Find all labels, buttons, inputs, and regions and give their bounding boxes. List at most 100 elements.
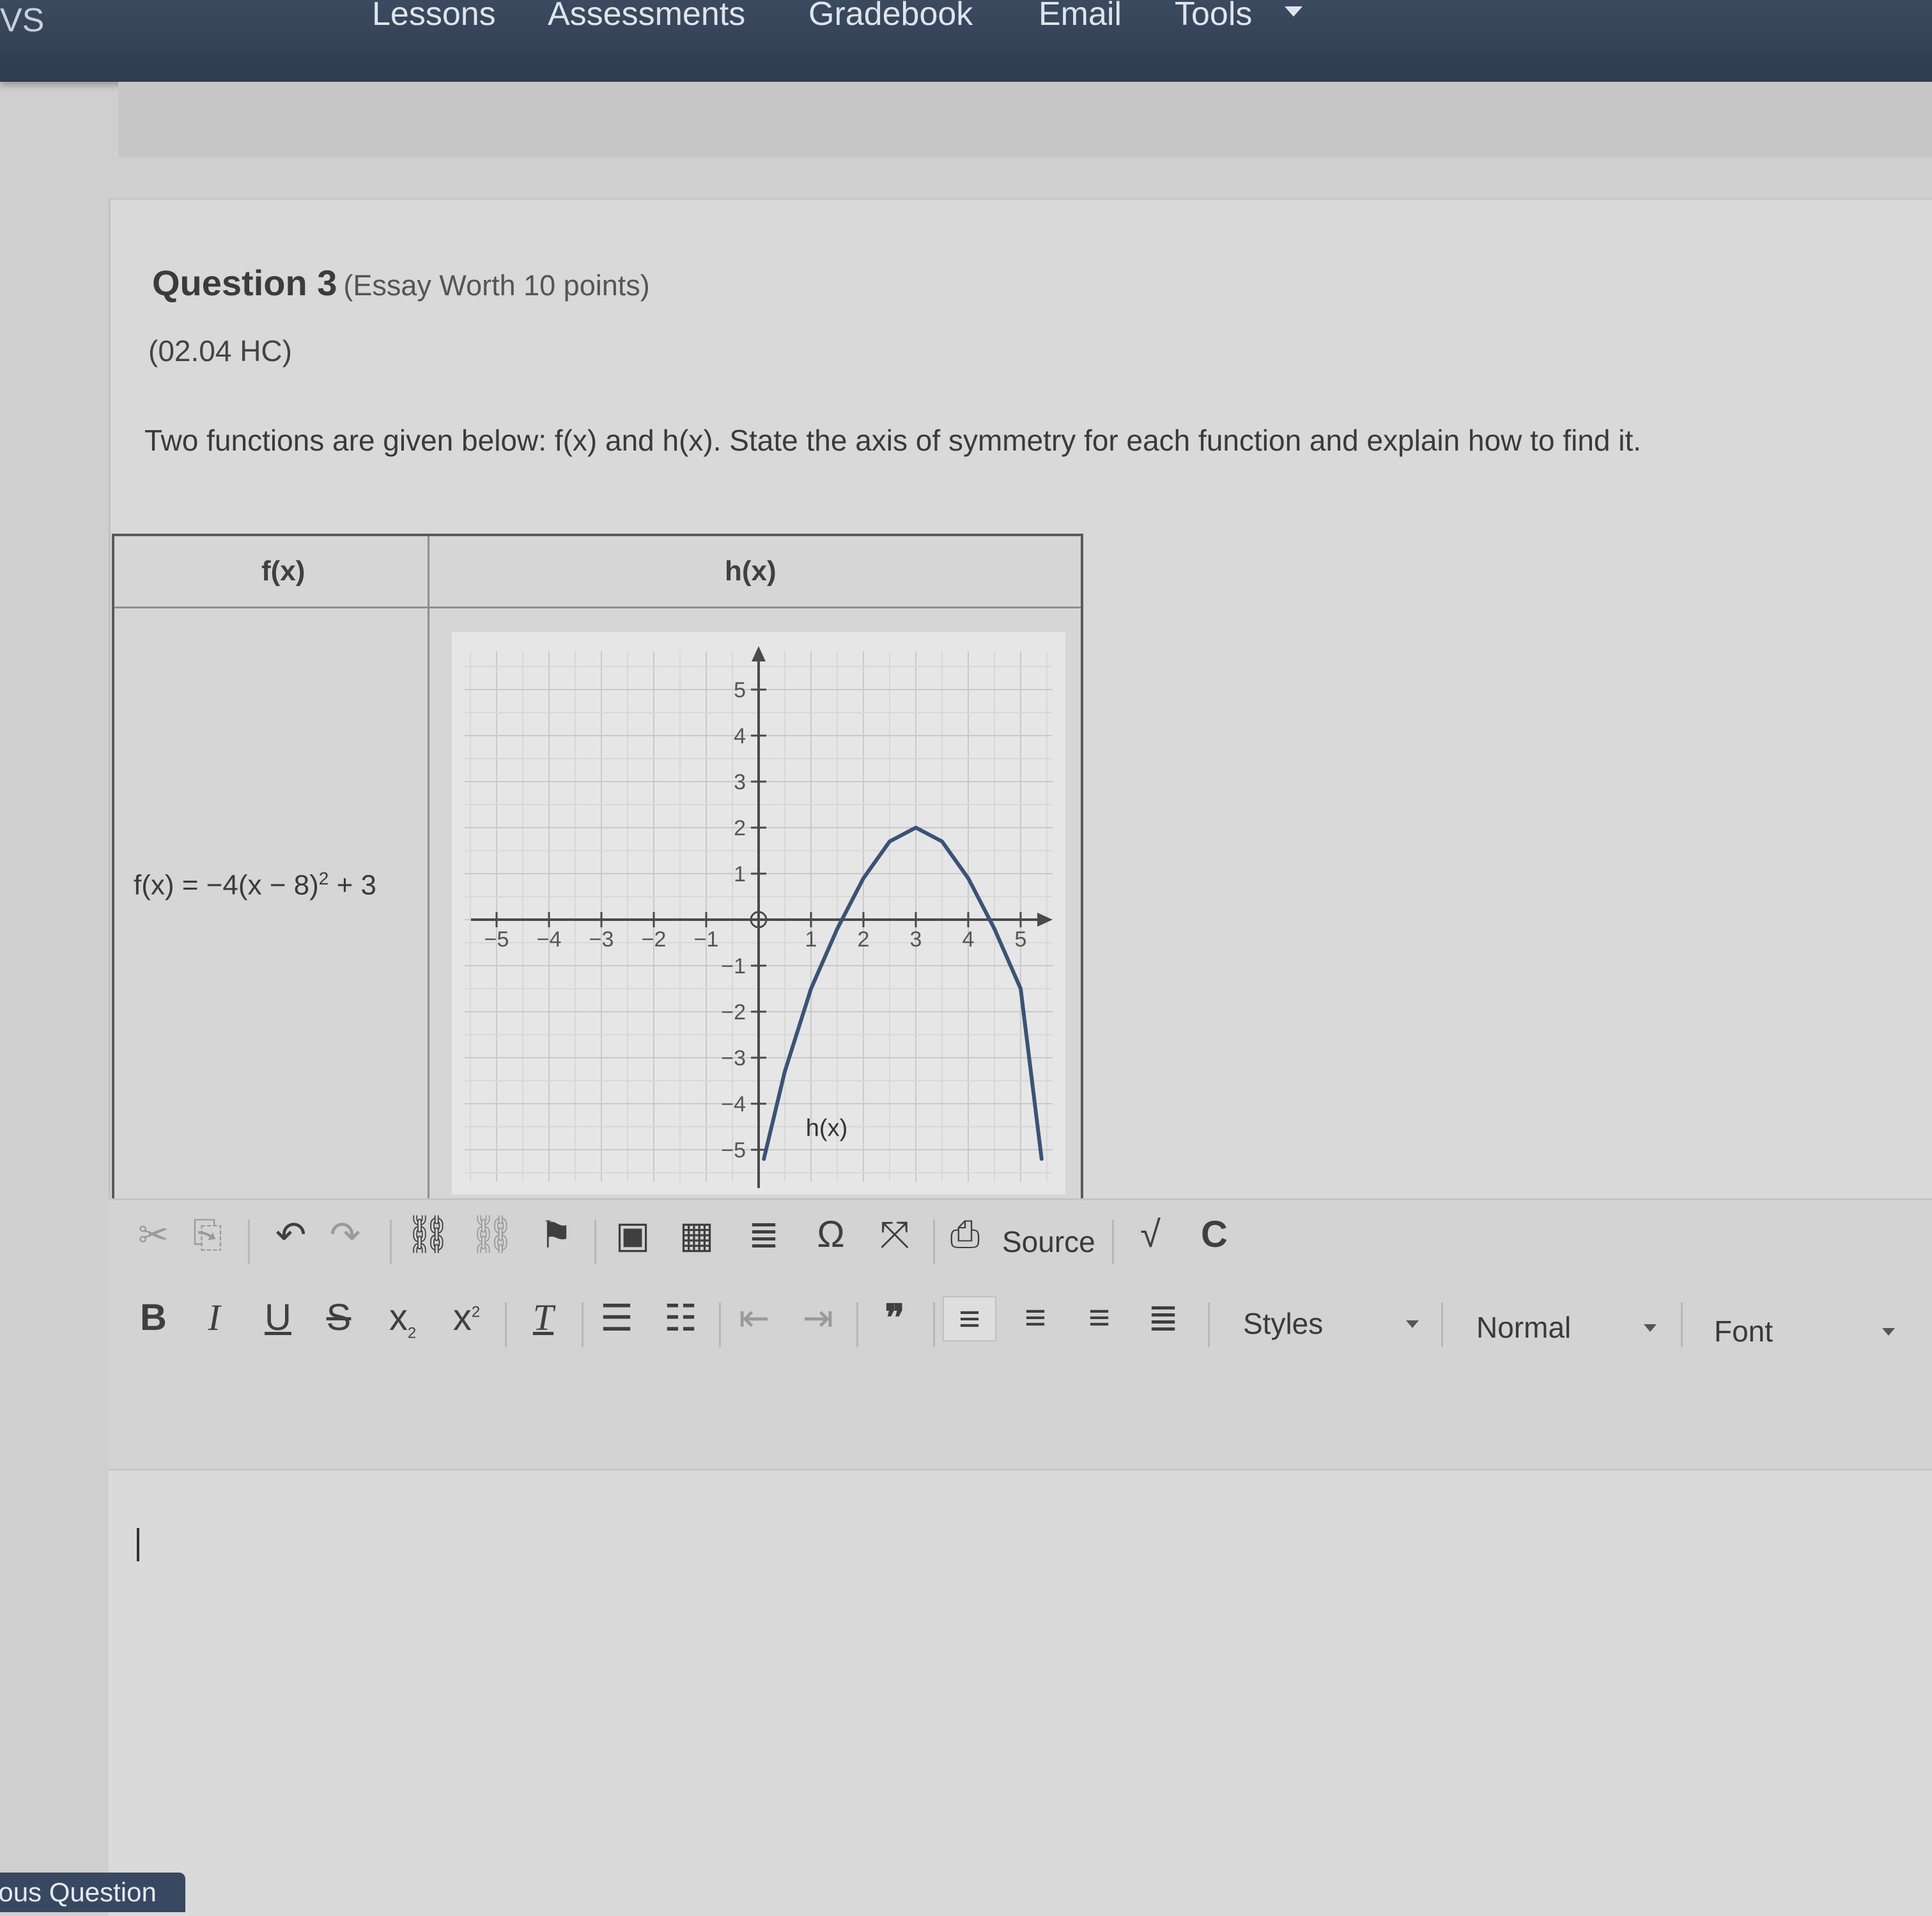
toolbar-separator xyxy=(856,1302,858,1347)
numbered-list-icon[interactable]: ☰ xyxy=(591,1296,642,1340)
h-curve xyxy=(762,826,1044,1161)
toolbar-separator xyxy=(248,1219,250,1264)
indent-icon[interactable]: ⇥ xyxy=(792,1296,844,1340)
chevron-down-icon[interactable] xyxy=(1285,6,1302,17)
math-sqrt-icon[interactable]: √ xyxy=(1125,1213,1176,1256)
bold-button[interactable]: B xyxy=(128,1296,179,1339)
question-worth: (Essay Worth 10 points) xyxy=(343,269,650,302)
table-divider xyxy=(428,536,429,1205)
f-formula-suffix: + 3 xyxy=(328,869,376,901)
styles-dropdown[interactable]: Styles xyxy=(1243,1306,1323,1341)
x-tick-label: −5 xyxy=(484,927,509,952)
table-icon[interactable]: ▦ xyxy=(671,1213,722,1256)
h-curve-label: h(x) xyxy=(806,1115,847,1141)
cut-icon[interactable]: ✂ xyxy=(128,1213,179,1256)
strikethrough-button[interactable]: S xyxy=(313,1296,364,1339)
source-icon[interactable]: ⎙ xyxy=(946,1213,984,1256)
h-graph-svg: −5 −4 −3 −2 −1 1 2 3 4 5 −5 −4 −3 −2 −1 1 2 3 4 5 h(x) xyxy=(465,646,1053,1188)
question-code: (02.04 HC) xyxy=(148,334,292,367)
functions-table: f(x) h(x) f(x) = −4(x − 8)2 + 3 −5 −4 −3 −2… xyxy=(112,534,1083,1208)
maximize-icon[interactable]: ⤧ xyxy=(869,1213,920,1256)
y-tick-label: 5 xyxy=(734,678,746,702)
undo-icon[interactable]: ↶ xyxy=(265,1213,316,1256)
chevron-down-icon[interactable] xyxy=(1644,1324,1657,1332)
blockquote-icon[interactable]: ❞ xyxy=(869,1296,920,1340)
f-formula-prefix: f(x) = −4(x − 8) xyxy=(134,869,319,901)
special-character-icon[interactable]: Ω xyxy=(805,1213,856,1256)
y-tick-label: −5 xyxy=(721,1138,746,1163)
toolbar-separator xyxy=(933,1302,935,1347)
remove-format-icon[interactable]: T xyxy=(518,1296,569,1339)
subscript-label: x xyxy=(389,1297,408,1338)
toolbar-separator xyxy=(390,1219,392,1264)
y-tick-label: −2 xyxy=(721,1000,746,1024)
x-tick-label: −2 xyxy=(642,927,667,952)
underline-button[interactable]: U xyxy=(252,1296,304,1339)
source-button[interactable]: Source xyxy=(1002,1225,1095,1259)
align-right-icon[interactable]: ≡ xyxy=(1074,1296,1125,1339)
anchor-flag-icon[interactable]: ⚑ xyxy=(530,1213,582,1256)
nav-assessments[interactable]: Assessments xyxy=(548,0,745,33)
question-number: Question 3 xyxy=(152,263,337,303)
y-tick-label: 2 xyxy=(734,816,746,840)
horizontal-line-icon[interactable]: ≣ xyxy=(738,1213,789,1256)
toolbar-row-2: B I U S x2 x2 T ☰ ☷ ⇤ ⇥ ❞ ≡ ≡ ≡ ≣ Styles… xyxy=(109,1296,1932,1366)
nav-email[interactable]: Email xyxy=(1039,0,1122,33)
subscript-button[interactable]: x2 xyxy=(377,1296,428,1343)
outdent-icon[interactable]: ⇤ xyxy=(729,1296,780,1340)
column-header-f: f(x) xyxy=(261,555,305,587)
toolbar-separator xyxy=(1208,1302,1210,1347)
x-tick-label: 1 xyxy=(805,927,817,952)
brand-logo[interactable]: VS xyxy=(0,1,44,40)
superscript-button[interactable]: x2 xyxy=(441,1296,492,1339)
subscript-marker: 2 xyxy=(407,1324,417,1342)
question-title: Question 3 (Essay Worth 10 points) xyxy=(152,262,650,304)
y-tick-label: −3 xyxy=(721,1046,746,1070)
x-tick-label: −3 xyxy=(589,927,614,952)
y-tick-label: 3 xyxy=(734,770,746,794)
table-divider xyxy=(114,606,1081,608)
font-dropdown[interactable]: Font xyxy=(1714,1314,1773,1348)
link-icon[interactable]: ⛓ xyxy=(403,1213,454,1256)
format-dropdown[interactable]: Normal xyxy=(1476,1310,1571,1345)
chemistry-icon[interactable]: C xyxy=(1189,1213,1240,1256)
f-formula: f(x) = −4(x − 8)2 + 3 xyxy=(134,869,376,902)
toolbar-row-1: ✂ ⎘ ↶ ↷ ⛓ ⛓ ⚑ ▣ ▦ ≣ Ω ⤧ ⎙ Source √ C xyxy=(109,1213,1932,1283)
text-cursor xyxy=(137,1528,139,1561)
previous-question-label: ious Question xyxy=(0,1877,157,1907)
x-tick-label: 5 xyxy=(1015,927,1027,952)
y-tick-label: −4 xyxy=(721,1092,746,1116)
toolbar-separator xyxy=(1112,1219,1114,1264)
x-tick-label: −1 xyxy=(694,927,719,952)
superscript-marker: 2 xyxy=(471,1303,481,1321)
h-graph: −5 −4 −3 −2 −1 1 2 3 4 5 −5 −4 −3 −2 −1 1 2 3 4 5 h(x) xyxy=(452,632,1065,1194)
chevron-down-icon[interactable] xyxy=(1406,1320,1419,1328)
toolbar-separator xyxy=(719,1302,721,1347)
justify-icon[interactable]: ≣ xyxy=(1138,1296,1189,1340)
italic-button[interactable]: I xyxy=(189,1296,240,1339)
toolbar-separator xyxy=(594,1219,596,1264)
y-tick-label: −1 xyxy=(721,954,746,978)
header-banner xyxy=(118,82,1932,157)
top-navigation: VS Lessons Assessments Gradebook Email T… xyxy=(0,0,1932,82)
nav-tools[interactable]: Tools xyxy=(1175,0,1252,33)
redo-icon[interactable]: ↷ xyxy=(320,1213,371,1256)
bulleted-list-icon[interactable]: ☷ xyxy=(655,1296,706,1340)
x-axis-arrow xyxy=(1037,913,1053,927)
chevron-down-icon[interactable] xyxy=(1882,1328,1895,1336)
x-tick-label: −4 xyxy=(537,927,562,952)
toolbar-separator xyxy=(933,1219,935,1264)
nav-lessons[interactable]: Lessons xyxy=(372,0,496,33)
nav-gradebook[interactable]: Gradebook xyxy=(808,0,973,33)
column-header-h: h(x) xyxy=(725,555,777,587)
toolbar-separator xyxy=(582,1302,583,1347)
essay-input[interactable] xyxy=(109,1469,1932,1916)
y-tick-label: 4 xyxy=(734,724,746,748)
align-left-icon[interactable]: ≡ xyxy=(943,1296,996,1341)
y-axis-arrow xyxy=(752,646,766,661)
unlink-icon[interactable]: ⛓ xyxy=(467,1213,518,1256)
copy-icon[interactable]: ⎘ xyxy=(182,1213,233,1256)
align-center-icon[interactable]: ≡ xyxy=(1010,1296,1061,1339)
previous-question-button[interactable]: ious Question xyxy=(0,1873,185,1912)
image-icon[interactable]: ▣ xyxy=(607,1213,658,1256)
